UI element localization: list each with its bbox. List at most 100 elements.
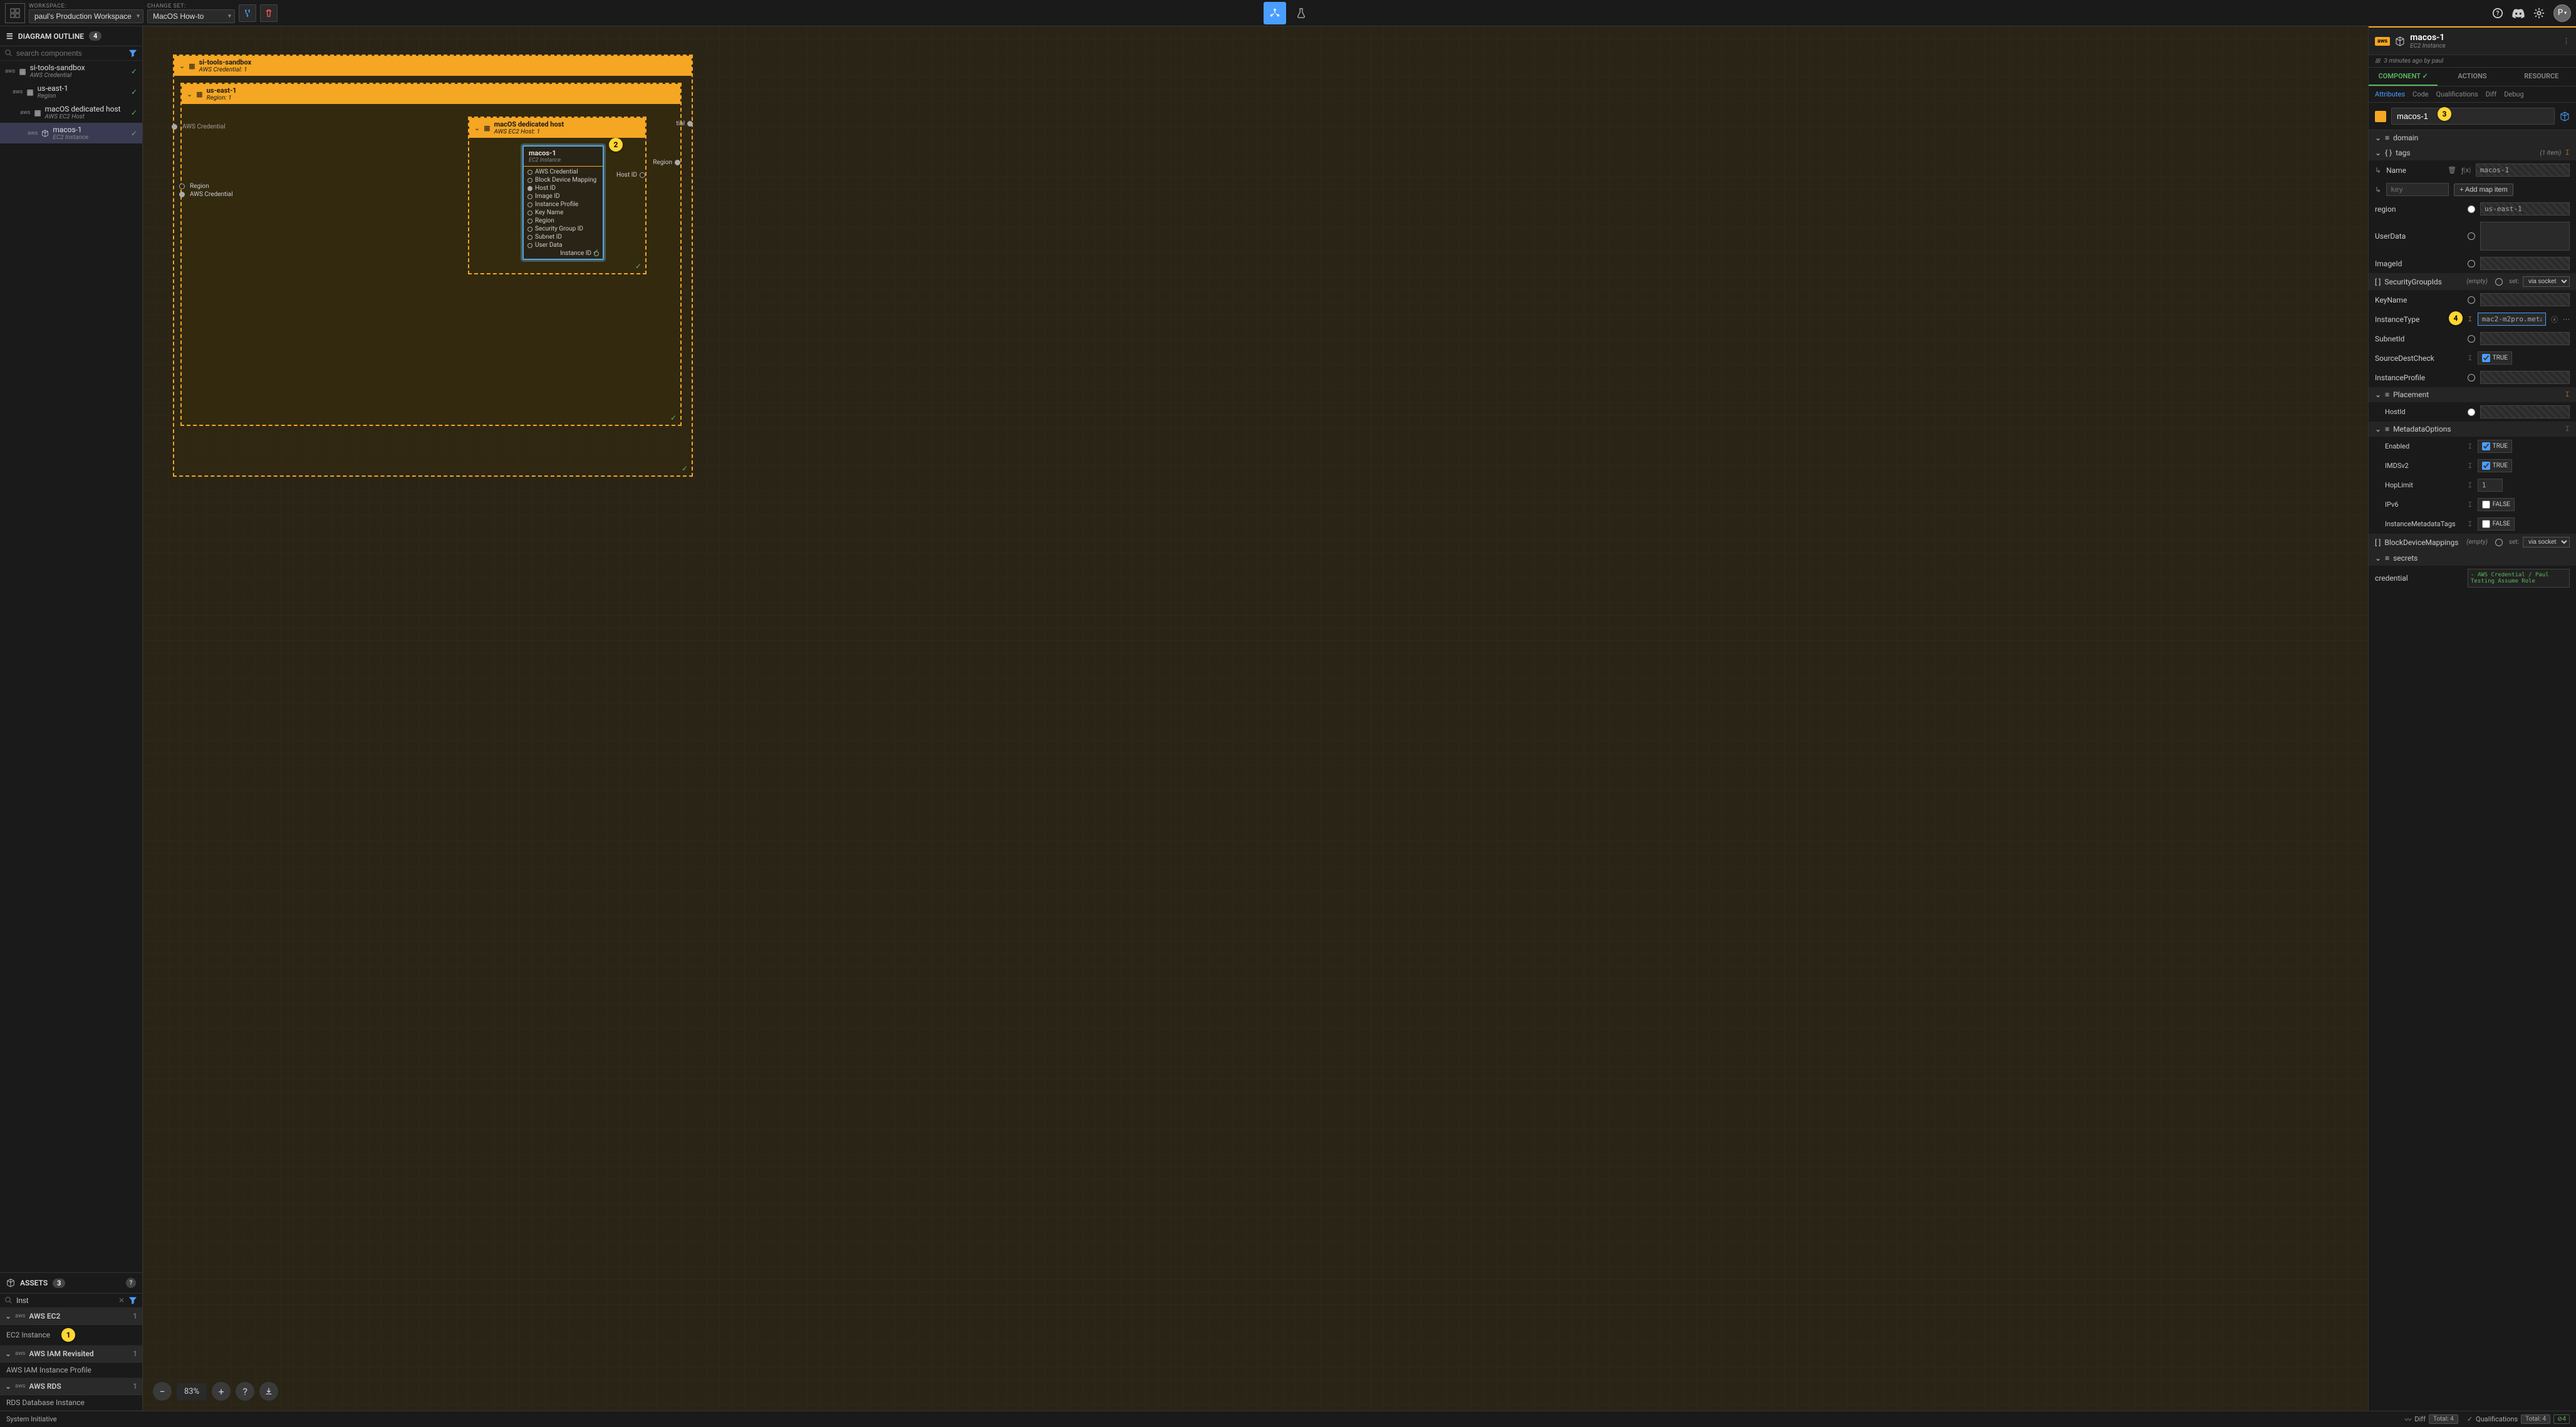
- settings-icon[interactable]: [2533, 8, 2545, 19]
- keyname-input[interactable]: [2480, 293, 2570, 306]
- section-metadata[interactable]: ⌄ ≡ MetadataOptions 𝙸: [2369, 422, 2576, 437]
- aws-icon: aws: [13, 89, 23, 95]
- sourcedestcheck-checkbox[interactable]: TRUE: [2478, 351, 2512, 365]
- section-sgids[interactable]: [ ] SecurityGroupIds (empty) set: via so…: [2369, 273, 2576, 290]
- asset-item-iamprofile[interactable]: AWS IAM Instance Profile: [0, 1362, 142, 1378]
- socket-icon: [2468, 335, 2475, 343]
- workspace-select[interactable]: paul's Production Workspace: [29, 9, 143, 23]
- help-icon[interactable]: ?: [126, 1278, 136, 1288]
- enabled-checkbox[interactable]: TRUE: [2478, 440, 2512, 453]
- lab-view-button[interactable]: [1290, 2, 1312, 24]
- ipv6-checkbox[interactable]: FALSE: [2478, 498, 2515, 511]
- asset-group-ec2[interactable]: ⌄ aws AWS EC2 1: [0, 1308, 142, 1325]
- section-domain[interactable]: ⌄ ≡ domain: [2369, 130, 2576, 145]
- node-ec2[interactable]: macos-1 EC2 Instance AWS Credential Bloc…: [522, 145, 604, 260]
- section-bdm[interactable]: [ ] BlockDeviceMappings (empty) set: via…: [2369, 534, 2576, 551]
- subtab-attributes[interactable]: Attributes: [2375, 90, 2405, 98]
- delete-button[interactable]: [260, 4, 278, 22]
- status-diff[interactable]: 〰 Diff Total: 4: [2404, 1414, 2458, 1424]
- edit-icon: 𝙸: [2468, 520, 2473, 529]
- frame-icon: ▦: [34, 108, 41, 117]
- subtab-diff[interactable]: Diff: [2486, 90, 2497, 98]
- subnetid-input[interactable]: [2480, 332, 2570, 345]
- clear-icon[interactable]: ✕: [118, 1296, 125, 1305]
- check-icon: ✓: [670, 413, 677, 422]
- trash-icon[interactable]: 🗑: [2448, 166, 2456, 174]
- braces-icon: { }: [2385, 148, 2392, 157]
- edit-icon[interactable]: 𝙸: [2565, 390, 2570, 399]
- subtab-code[interactable]: Code: [2412, 90, 2428, 98]
- app-logo[interactable]: [5, 3, 25, 23]
- outline-search-input[interactable]: [16, 49, 125, 58]
- zoom-out-button[interactable]: −: [153, 1382, 172, 1401]
- section-secrets[interactable]: ⌄ ≡ secrets: [2369, 551, 2576, 566]
- set-select[interactable]: via socket: [2523, 537, 2570, 547]
- asset-item-rds[interactable]: RDS Database Instance: [0, 1395, 142, 1411]
- menu-icon: ≡: [2385, 133, 2389, 142]
- zoom-percentage: 83%: [177, 1383, 207, 1400]
- instancetype-input[interactable]: [2478, 313, 2546, 326]
- status-qualifications[interactable]: ✓ Qualifications Total: 4 ⊘4: [2467, 1414, 2570, 1424]
- aws-icon: aws: [15, 1351, 25, 1357]
- outline-tree: aws ▦ si-tools-sandboxAWS Credential ✓ a…: [0, 61, 142, 1272]
- section-tags[interactable]: ⌄ { } tags (1 item) 𝙸: [2369, 145, 2576, 160]
- changeset-select[interactable]: MacOS How-to: [147, 9, 235, 23]
- tab-component[interactable]: COMPONENT ✓: [2369, 68, 2438, 86]
- edit-icon: 𝙸: [2468, 481, 2473, 490]
- tag-name-input[interactable]: [2476, 163, 2570, 177]
- filter-icon[interactable]: [128, 49, 137, 58]
- tree-item-credential[interactable]: aws ▦ si-tools-sandboxAWS Credential ✓: [0, 61, 142, 81]
- canvas[interactable]: ⌄ ▦ si-tools-sandboxAWS Credential: 1 AW…: [143, 26, 2368, 1411]
- chevron-down-icon: ⌄: [474, 124, 480, 132]
- clear-icon[interactable]: ⓧ: [2551, 314, 2558, 324]
- tag-key-input[interactable]: [2386, 183, 2449, 196]
- tree-item-host[interactable]: aws ▦ macOS dedicated hostAWS EC2 Host ✓: [0, 102, 142, 123]
- asset-item-ec2instance[interactable]: EC2 Instance 1: [0, 1325, 142, 1346]
- func-icon[interactable]: ƒ⒳: [2461, 165, 2471, 175]
- detail-meta: ⊞ 3 minutes ago by paul: [2369, 55, 2576, 68]
- tree-item-region[interactable]: aws ▦ us-east-1Region ✓: [0, 81, 142, 102]
- filter-icon[interactable]: [128, 1296, 137, 1305]
- section-placement[interactable]: ⌄ ≡ Placement 𝙸: [2369, 387, 2576, 402]
- chevron-down-icon: ⌄: [5, 1349, 11, 1358]
- asset-group-iam[interactable]: ⌄ aws AWS IAM Revisited 1: [0, 1346, 142, 1362]
- cube-icon[interactable]: [2560, 112, 2570, 122]
- assets-search-input[interactable]: [16, 1296, 115, 1305]
- imageid-input[interactable]: [2480, 257, 2570, 270]
- more-icon[interactable]: ⋮: [2563, 37, 2570, 45]
- frame-icon: ▦: [19, 67, 26, 76]
- imdsv2-checkbox[interactable]: TRUE: [2478, 459, 2512, 472]
- add-map-item-button[interactable]: + Add map item: [2454, 184, 2513, 196]
- model-view-button[interactable]: [1264, 2, 1286, 24]
- sidebar-left: ☰ DIAGRAM OUTLINE 4 aws ▦ si-tools-sandb…: [0, 26, 143, 1411]
- zoom-in-button[interactable]: +: [212, 1382, 231, 1401]
- user-avatar[interactable]: P ▾: [2553, 4, 2571, 22]
- tab-resource[interactable]: RESOURCE: [2507, 68, 2576, 86]
- help-icon[interactable]: ?: [2492, 8, 2503, 19]
- instanceprofile-input[interactable]: [2480, 371, 2570, 384]
- asset-group-rds[interactable]: ⌄ aws AWS RDS 1: [0, 1378, 142, 1395]
- menu-icon: ≡: [2385, 390, 2389, 399]
- discord-icon[interactable]: [2512, 8, 2525, 18]
- edit-icon[interactable]: 𝙸: [2565, 148, 2570, 157]
- tree-item-instance[interactable]: aws macos-1EC2 Instance ✓: [0, 123, 142, 143]
- hoplimit-input[interactable]: [2478, 479, 2503, 492]
- hostid-input[interactable]: [2480, 405, 2570, 418]
- imtags-checkbox[interactable]: FALSE: [2478, 517, 2515, 531]
- subtab-qualifications[interactable]: Qualifications: [2436, 90, 2478, 98]
- color-swatch[interactable]: [2375, 111, 2386, 122]
- download-button[interactable]: [259, 1382, 278, 1401]
- dots-icon[interactable]: ⋯: [2563, 315, 2570, 323]
- aws-icon: aws: [15, 1383, 25, 1389]
- component-name-input[interactable]: [2391, 108, 2555, 125]
- userdata-input[interactable]: [2480, 222, 2570, 251]
- subtab-debug[interactable]: Debug: [2504, 90, 2523, 98]
- tab-actions[interactable]: ACTIONS: [2438, 68, 2506, 86]
- chevron-down-icon: ⌄: [2375, 148, 2381, 157]
- zoom-help-button[interactable]: ?: [236, 1382, 254, 1401]
- edit-icon[interactable]: 𝙸: [2565, 425, 2570, 433]
- aws-icon: aws: [5, 68, 15, 75]
- region-input[interactable]: [2480, 202, 2570, 215]
- set-select[interactable]: via socket: [2523, 276, 2570, 287]
- merge-button[interactable]: [239, 4, 256, 22]
